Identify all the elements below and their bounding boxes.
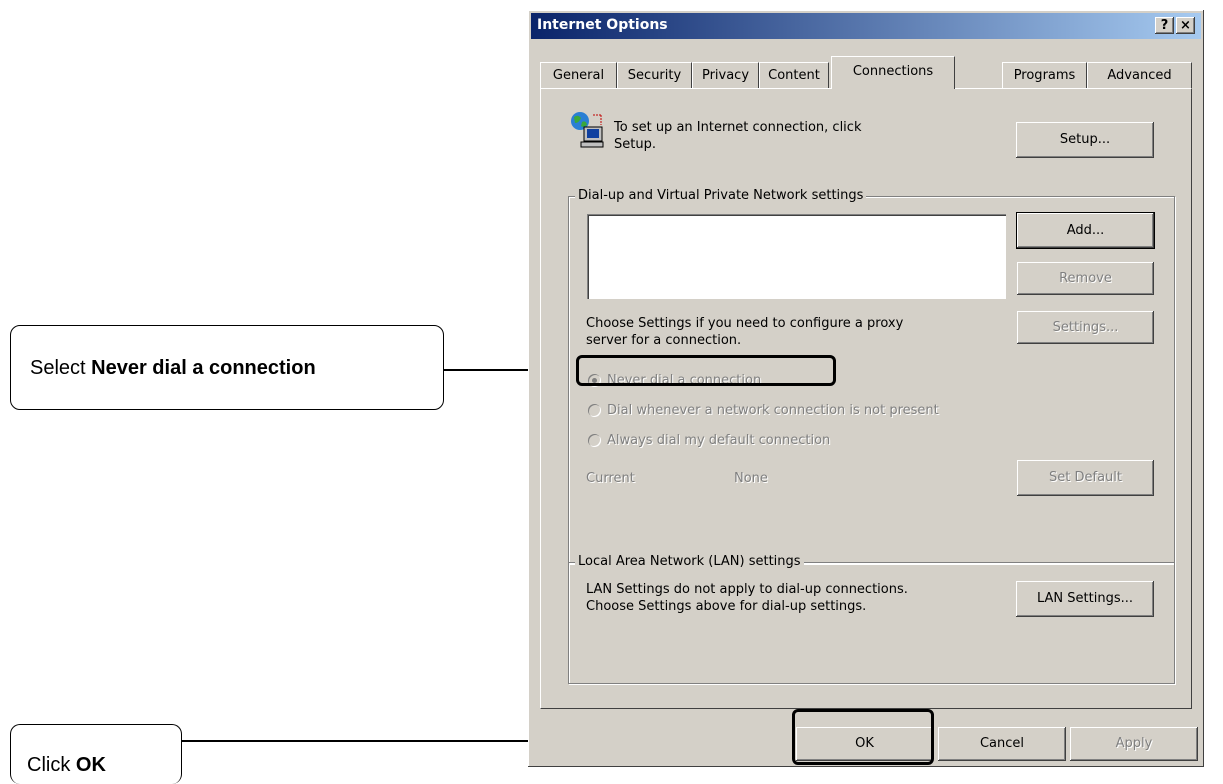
cancel-button[interactable]: Cancel (938, 727, 1066, 761)
remove-button[interactable]: Remove (1017, 262, 1154, 295)
dialup-legend: Dial-up and Virtual Private Network sett… (575, 188, 867, 203)
setup-button[interactable]: Setup... (1016, 122, 1154, 158)
callout-select-bold: Never dial a connection (91, 357, 316, 379)
lan-settings-button[interactable]: LAN Settings... (1016, 581, 1154, 617)
window-title: Internet Options (537, 17, 668, 33)
tab-content[interactable]: Content (759, 62, 829, 88)
dialup-connections-list[interactable] (587, 214, 1006, 299)
callout-click-bold: OK (75, 754, 106, 776)
help-button[interactable]: ? (1155, 17, 1174, 34)
title-bar: Internet Options ? × (531, 13, 1201, 39)
current-label: Current (586, 471, 635, 486)
radio-always-dial-label: Always dial my default connection (607, 433, 831, 448)
set-default-button[interactable]: Set Default (1017, 460, 1154, 496)
highlight-ok-button (792, 709, 934, 765)
tab-programs[interactable]: Programs (1002, 62, 1087, 88)
radio-dial-whenever[interactable] (588, 404, 601, 417)
tab-connections[interactable]: Connections (831, 56, 955, 89)
internet-options-dialog: Internet Options ? × General Security Pr… (528, 10, 1204, 767)
tab-advanced[interactable]: Advanced (1087, 62, 1192, 88)
apply-button[interactable]: Apply (1070, 727, 1198, 761)
lan-legend: Local Area Network (LAN) settings (575, 554, 804, 569)
network-computer-icon (567, 109, 609, 149)
tab-privacy[interactable]: Privacy (692, 62, 759, 88)
add-button[interactable]: Add... (1016, 212, 1155, 249)
proxy-text-line2: server for a connection. (586, 333, 742, 348)
tab-security[interactable]: Security (617, 62, 692, 88)
highlight-never-dial (576, 355, 836, 386)
proxy-text-line1: Choose Settings if you need to configure… (586, 316, 904, 331)
callout-select-prefix: Select (30, 357, 92, 379)
tab-general[interactable]: General (540, 62, 617, 88)
callout-click-ok: Click OK (10, 724, 182, 784)
connections-panel: To set up an Internet connection, click … (540, 88, 1192, 709)
callout-select-never-dial: Select Never dial a connection (10, 325, 444, 410)
lan-text-line1: LAN Settings do not apply to dial-up con… (586, 582, 908, 597)
settings-button[interactable]: Settings... (1017, 311, 1154, 344)
radio-always-dial[interactable] (588, 434, 601, 447)
close-button[interactable]: × (1176, 17, 1195, 34)
callout-click-prefix: Click (27, 754, 76, 776)
lan-text-line2: Choose Settings above for dial-up settin… (586, 599, 867, 614)
radio-dial-whenever-label: Dial whenever a network connection is no… (607, 403, 939, 418)
setup-line2: Setup. (614, 137, 656, 152)
setup-line1: To set up an Internet connection, click (614, 120, 862, 135)
current-value: None (734, 471, 768, 486)
